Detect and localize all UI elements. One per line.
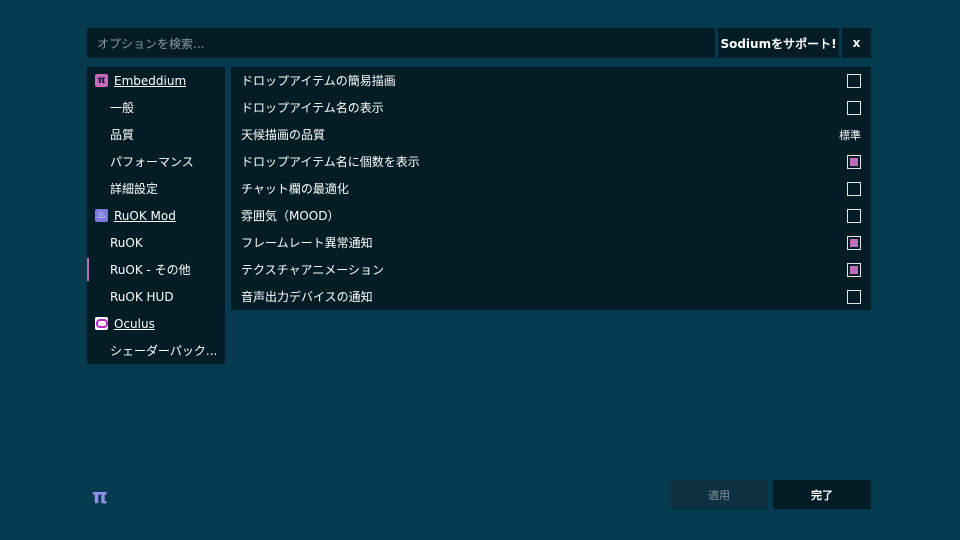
option-checkbox[interactable] — [847, 262, 861, 277]
support-sodium-button[interactable]: Sodiumをサポート! — [718, 28, 839, 58]
option-checkbox[interactable] — [847, 154, 861, 169]
sidebar-item-label: Oculus — [114, 316, 155, 331]
oculus-icon — [95, 317, 108, 330]
sidebar-item-label: RuOK Mod — [114, 208, 176, 223]
option-row[interactable]: フレームレート異常通知 — [231, 229, 871, 256]
option-checkbox[interactable] — [847, 73, 861, 88]
sidebar-item-label: Embeddium — [114, 73, 187, 88]
option-checkbox[interactable] — [847, 289, 861, 304]
option-row[interactable]: 音声出力デバイスの通知 — [231, 283, 871, 310]
sidebar-item-3[interactable]: パフォーマンス — [87, 148, 225, 175]
sidebar-item-4[interactable]: 詳細設定 — [87, 175, 225, 202]
option-label: フレームレート異常通知 — [241, 236, 373, 250]
sidebar-item-8[interactable]: RuOK HUD — [87, 283, 225, 310]
option-checkbox[interactable] — [847, 208, 861, 223]
sidebar-item-label: 詳細設定 — [110, 182, 159, 196]
sidebar-item-label: RuOK HUD — [110, 289, 174, 304]
sidebar-item-label: 品質 — [110, 128, 135, 142]
option-label: ドロップアイテムの簡易描画 — [241, 74, 396, 88]
option-row[interactable]: ドロップアイテムの簡易描画 — [231, 67, 871, 94]
search-input[interactable]: オプションを検索... — [87, 28, 715, 58]
sidebar-item-label: RuOK — [110, 235, 143, 250]
option-row[interactable]: 雰囲気（MOOD） — [231, 202, 871, 229]
sidebar-item-10[interactable]: シェーダーパック... — [87, 337, 225, 364]
option-checkbox[interactable] — [847, 181, 861, 196]
option-value[interactable]: 標準 — [839, 127, 861, 143]
apply-button[interactable]: 適用 — [670, 480, 768, 509]
option-label: テクスチャアニメーション — [241, 263, 385, 277]
ruok-icon: ♨ — [95, 209, 108, 222]
sidebar-item-2[interactable]: 品質 — [87, 121, 225, 148]
option-row[interactable]: 天候描画の品質 標準 — [231, 121, 871, 148]
sidebar-item-label: 一般 — [110, 101, 135, 115]
option-label: 音声出力デバイスの通知 — [241, 290, 373, 304]
option-row[interactable]: ドロップアイテム名の表示 — [231, 94, 871, 121]
sidebar-mod-0[interactable]: π Embeddium — [87, 67, 225, 94]
sidebar-item-label: RuOK - その他 — [110, 263, 191, 277]
checkbox-fill — [850, 238, 858, 247]
checkbox-fill — [850, 157, 858, 166]
option-row[interactable]: テクスチャアニメーション — [231, 256, 871, 283]
sidebar-item-6[interactable]: RuOK — [87, 229, 225, 256]
sidebar-mod-9[interactable]: Oculus — [87, 310, 225, 337]
option-label: チャット欄の最適化 — [241, 182, 349, 196]
embeddium-logo-icon: π — [92, 484, 108, 508]
option-checkbox[interactable] — [847, 100, 861, 115]
sidebar: π Embeddium 一般 品質 パフォーマンス 詳細設定 ♨ RuOK Mod RuOK Ru… — [87, 67, 225, 364]
close-button[interactable]: x — [842, 28, 871, 58]
sidebar-item-label: パフォーマンス — [110, 155, 194, 169]
checkbox-fill — [850, 265, 858, 274]
sidebar-item-1[interactable]: 一般 — [87, 94, 225, 121]
option-checkbox[interactable] — [847, 235, 861, 250]
options-list: ドロップアイテムの簡易描画 ドロップアイテム名の表示 天候描画の品質 標準ドロップアイ… — [231, 67, 871, 310]
pi-icon: π — [95, 74, 108, 87]
option-label: ドロップアイテム名の表示 — [241, 101, 384, 115]
option-row[interactable]: チャット欄の最適化 — [231, 175, 871, 202]
sidebar-item-label: シェーダーパック... — [110, 344, 218, 358]
option-row[interactable]: ドロップアイテム名に個数を表示 — [231, 148, 871, 175]
sidebar-mod-5[interactable]: ♨ RuOK Mod — [87, 202, 225, 229]
option-label: 天候描画の品質 — [241, 128, 326, 142]
done-button[interactable]: 完了 — [773, 480, 871, 509]
option-label: ドロップアイテム名に個数を表示 — [241, 155, 420, 169]
sidebar-item-7[interactable]: RuOK - その他 — [87, 256, 225, 283]
option-label: 雰囲気（MOOD） — [241, 209, 340, 223]
